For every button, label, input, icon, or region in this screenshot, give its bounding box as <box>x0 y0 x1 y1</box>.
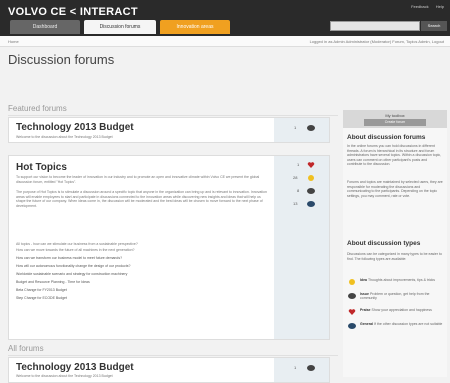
hot-topic-link[interactable]: Step Change for ECODE Budget <box>16 296 67 300</box>
hot-topics-line-2: How can we move towards the future of al… <box>16 248 135 252</box>
hot-topics-intro: To support our vision to become the lead… <box>16 175 260 184</box>
comment-icon <box>307 365 315 371</box>
tab-discussion-forums[interactable]: Discussion forums <box>84 20 156 34</box>
all-forum-card[interactable]: Technology 2013 Budget Welcome to the di… <box>8 357 330 383</box>
all-forum-count: 1 <box>294 365 297 370</box>
about-forums-text: In the online forums you can hold discus… <box>347 144 442 167</box>
breadcrumb: Home Logged in as Admin Administrator (M… <box>0 36 450 47</box>
tab-innovation-areas[interactable]: Innovation areas <box>160 20 230 34</box>
create-forum-button[interactable]: Create forum <box>364 119 426 126</box>
about-types-heading: About discussion types <box>347 240 421 247</box>
issue-icon <box>307 188 315 194</box>
hot-topics-title[interactable]: Hot Topics <box>16 162 67 173</box>
help-link[interactable]: Help <box>436 4 444 9</box>
featured-forum-title[interactable]: Technology 2013 Budget <box>16 122 134 133</box>
heart-icon <box>348 309 356 315</box>
topic-count: 28 <box>293 175 298 180</box>
type-desc: Show your appreciation and happiness <box>371 308 432 312</box>
search-input[interactable] <box>330 21 420 31</box>
heart-icon <box>307 162 315 168</box>
top-bar: VOLVO CE < INTERACT Feedback Help Dashbo… <box>0 0 450 36</box>
featured-forum-desc: Welcome to the discussion about the Tech… <box>16 135 113 139</box>
hot-topics-purpose: The purpose of Hot Topics is to stimulat… <box>16 190 267 208</box>
about-types-intro: Discussions can be categorized in many t… <box>347 252 442 261</box>
hot-topics-card: Hot Topics To support our vision to beco… <box>8 155 330 340</box>
type-desc: Thoughts about improvements, tips & tric… <box>367 278 436 282</box>
comment-icon <box>348 323 356 329</box>
lightbulb-icon <box>349 279 355 285</box>
hot-topic-link[interactable]: Beta Change for FY2013 Budget <box>16 288 67 292</box>
issue-icon <box>348 293 356 299</box>
about-forums-text-2: Forums and topics are maintained by sele… <box>347 180 443 198</box>
hot-topic-link[interactable]: Budget and Resource Planning - Time for … <box>16 280 90 284</box>
topic-count: 13 <box>293 201 298 206</box>
feedback-link[interactable]: Feedback <box>411 4 429 9</box>
featured-forum-card[interactable]: Technology 2013 Budget Welcome to the di… <box>8 117 330 143</box>
logged-in-status: Logged in as Admin Administrator (Modera… <box>309 39 444 44</box>
type-name: General <box>360 322 374 326</box>
comment-icon <box>307 125 315 131</box>
hot-topics-line-1: All topics - how can we stimulate our bu… <box>16 242 138 246</box>
comment-icon <box>307 201 315 207</box>
type-name: Issue <box>360 292 369 296</box>
search-button[interactable]: Search <box>421 21 447 31</box>
my-toolbox: My toolbox Create forum <box>343 110 447 128</box>
all-forum-title[interactable]: Technology 2013 Budget <box>16 362 134 373</box>
all-forums-heading: All forums <box>8 344 338 356</box>
top-links: Feedback Help <box>405 4 444 9</box>
type-desc: If the other discussion types are not su… <box>374 322 443 326</box>
topic-count: 1 <box>297 162 300 167</box>
about-forums-heading: About discussion forums <box>347 134 426 141</box>
hot-topic-link[interactable]: Worldwide sustainable scenario and strat… <box>16 272 127 276</box>
type-name: Praise <box>360 308 371 312</box>
breadcrumb-home[interactable]: Home <box>8 39 19 44</box>
hot-topic-link[interactable]: How can we transform our business model … <box>16 256 122 260</box>
tab-dashboard[interactable]: Dashboard <box>10 20 80 34</box>
lightbulb-icon <box>308 175 314 181</box>
all-forum-desc: Welcome to the discussion about the Tech… <box>16 374 113 378</box>
topic-count: 8 <box>297 188 300 193</box>
toolbox-title: My toolbox <box>385 113 405 118</box>
featured-forums-heading: Featured forums <box>8 104 338 116</box>
hot-topic-link[interactable]: How will our autonomous functionality ch… <box>16 264 130 268</box>
type-desc: Problem or question, get help from the c… <box>360 292 430 301</box>
page-title: Discussion forums <box>8 52 115 67</box>
featured-forum-count: 1 <box>294 125 297 130</box>
type-name: Idea <box>360 278 368 282</box>
app-logo[interactable]: VOLVO CE < INTERACT <box>8 6 138 18</box>
